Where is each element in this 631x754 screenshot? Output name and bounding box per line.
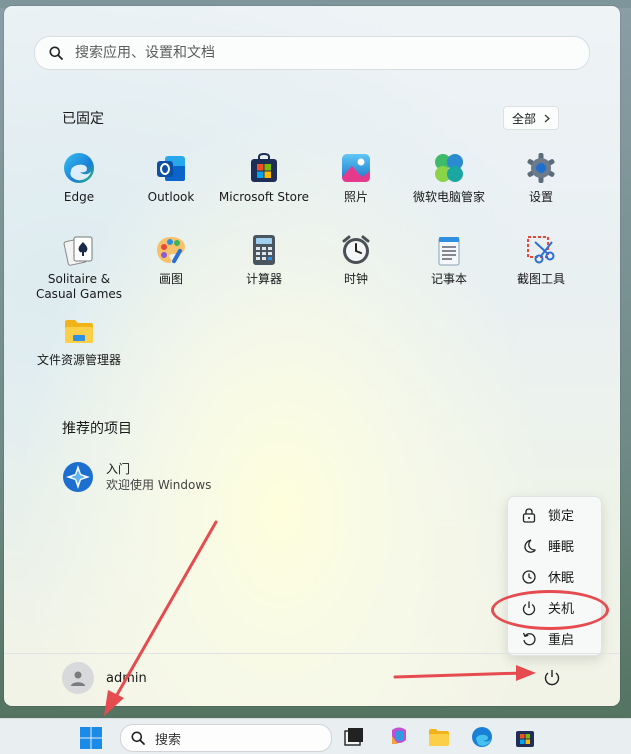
pinned-app-microsoft-store[interactable]: Microsoft Store <box>218 152 310 205</box>
solitaire-icon <box>63 236 93 266</box>
start-search-box[interactable] <box>34 36 590 70</box>
edge-icon <box>64 153 94 183</box>
app-label: 照片 <box>343 190 368 204</box>
app-label: 记事本 <box>430 272 467 286</box>
power-menu-label: 锁定 <box>548 509 575 524</box>
all-apps-label: 全部 <box>511 111 536 126</box>
avatar <box>62 662 94 694</box>
windows-logo-icon <box>80 727 102 749</box>
file-explorer-icon <box>65 320 93 343</box>
pinned-app-file-explorer[interactable]: 文件资源管理器 <box>33 315 125 368</box>
app-label: Microsoft Store <box>218 190 310 204</box>
edge-icon[interactable] <box>471 726 493 748</box>
app-label: Outlook <box>147 190 195 204</box>
footer-divider <box>4 653 620 654</box>
app-label: 设置 <box>528 190 553 204</box>
pc-manager-icon <box>435 154 463 182</box>
app-label: Edge <box>63 190 95 204</box>
restart-icon <box>522 632 536 645</box>
search-icon <box>49 46 63 60</box>
paint-icon <box>157 237 185 264</box>
moon-icon <box>524 538 536 553</box>
power-menu-label: 睡眠 <box>548 540 575 555</box>
power-menu-label: 休眠 <box>548 571 575 586</box>
app-label: 微软电脑管家 <box>412 190 485 204</box>
file-explorer-icon[interactable] <box>428 726 450 748</box>
photos-icon <box>342 154 370 182</box>
taskbar-search-label: 搜索 <box>155 732 182 748</box>
annotation-highlight-circle <box>491 590 609 630</box>
pinned-app-calculator[interactable]: 计算器 <box>218 234 310 287</box>
power-options-menu: 锁定 睡眠 休眠 关机 重启 <box>507 496 602 656</box>
notepad-icon <box>438 237 460 266</box>
app-label: 画图 <box>158 272 183 286</box>
recommended-item-title: 入门 <box>106 462 131 476</box>
username: admin <box>106 670 147 686</box>
pinned-app-photos[interactable]: 照片 <box>310 152 402 205</box>
app-label: 截图工具 <box>516 272 565 286</box>
pinned-section-title: 已固定 <box>62 111 104 127</box>
app-label: Solitaire & Casual Games <box>35 272 123 301</box>
clock-icon <box>522 569 536 584</box>
search-icon <box>131 731 145 745</box>
clock-icon <box>342 235 370 264</box>
user-icon <box>71 671 85 686</box>
outlook-icon <box>157 156 185 181</box>
recommended-section-title: 推荐的项目 <box>62 421 132 437</box>
recommended-item-subtitle: 欢迎使用 Windows <box>106 478 212 492</box>
power-menu-lock[interactable]: 锁定 <box>508 499 601 530</box>
pinned-app-pc-manager[interactable]: 微软电脑管家 <box>403 152 495 205</box>
copilot-icon[interactable] <box>388 726 410 748</box>
recommended-item-get-started[interactable]: 入门 欢迎使用 Windows <box>62 461 211 493</box>
pinned-app-snipping-tool[interactable]: 截图工具 <box>495 234 587 287</box>
power-button[interactable] <box>538 663 566 691</box>
start-menu: 已固定 全部 Edge Outlook Microsoft Store <box>4 6 620 706</box>
pinned-app-notepad[interactable]: 记事本 <box>403 234 495 287</box>
app-label: 时钟 <box>343 272 368 286</box>
store-icon <box>251 152 277 182</box>
app-label: 计算器 <box>245 272 282 286</box>
power-icon <box>544 670 560 686</box>
task-view-icon[interactable] <box>343 726 365 748</box>
search-input[interactable] <box>73 44 557 62</box>
get-started-icon <box>63 462 93 492</box>
app-label: 文件资源管理器 <box>36 353 121 367</box>
chevron-right-icon <box>544 114 550 122</box>
all-apps-button[interactable]: 全部 <box>503 106 559 130</box>
calculator-icon <box>253 235 275 265</box>
taskbar: 搜索 <box>0 718 631 754</box>
power-menu-label: 重启 <box>548 633 575 648</box>
snipping-tool-icon <box>527 236 555 264</box>
pinned-app-edge[interactable]: Edge <box>33 152 125 205</box>
pinned-app-solitaire[interactable]: Solitaire & Casual Games <box>33 234 125 302</box>
pinned-app-clock[interactable]: 时钟 <box>310 234 402 287</box>
pinned-app-outlook[interactable]: Outlook <box>125 152 217 205</box>
pinned-app-paint[interactable]: 画图 <box>125 234 217 287</box>
user-account-button[interactable]: admin <box>62 662 147 694</box>
start-button[interactable] <box>80 727 102 753</box>
store-icon[interactable] <box>514 726 536 748</box>
taskbar-search-box[interactable]: 搜索 <box>120 724 332 752</box>
pinned-app-settings[interactable]: 设置 <box>495 152 587 205</box>
lock-icon <box>522 507 536 523</box>
power-menu-hibernate[interactable]: 休眠 <box>508 561 601 592</box>
settings-gear-icon <box>527 153 555 183</box>
power-menu-sleep[interactable]: 睡眠 <box>508 530 601 561</box>
